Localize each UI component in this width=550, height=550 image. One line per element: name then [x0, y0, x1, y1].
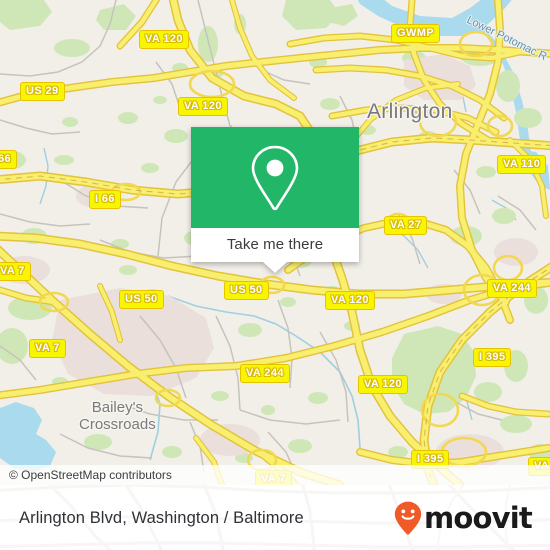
- footer-content: Arlington Blvd, Washington / Baltimore m…: [0, 485, 550, 550]
- road-shield-va-120-south[interactable]: VA 120: [325, 291, 375, 310]
- map-screenshot: Arlington Bailey's Crossroads Lower Poto…: [0, 0, 550, 550]
- road-shield-us-50-west[interactable]: US 50: [119, 290, 164, 309]
- road-shield-va-7-west[interactable]: VA 7: [29, 339, 66, 358]
- road-shield-i-395-north[interactable]: I 395: [473, 348, 512, 367]
- road-shield-us-29[interactable]: US 29: [20, 82, 65, 101]
- road-shield-va-7-northwest[interactable]: VA 7: [0, 262, 31, 281]
- callout-pointer-notch: [263, 262, 287, 273]
- destination-callout-card[interactable]: Take me there: [191, 127, 359, 273]
- road-shield-va-244[interactable]: VA 244: [240, 364, 290, 383]
- road-shield-va-244-east[interactable]: VA 244: [487, 279, 537, 298]
- road-shield-i-66-west-edge[interactable]: 66: [0, 150, 18, 169]
- openstreetmap-attribution-text[interactable]: © OpenStreetMap contributors: [0, 468, 172, 482]
- footer-bar: Arlington Blvd, Washington / Baltimore m…: [0, 485, 550, 550]
- road-shield-va-120-mid[interactable]: VA 120: [178, 97, 228, 116]
- map-attribution-bar: © OpenStreetMap contributors: [0, 465, 550, 485]
- road-shield-va-27[interactable]: VA 27: [384, 216, 428, 235]
- road-shield-va-120-southeast[interactable]: VA 120: [358, 375, 408, 394]
- moovit-brand-logo[interactable]: moovit: [393, 500, 533, 536]
- road-shield-gwmp[interactable]: GWMP: [391, 24, 441, 43]
- moovit-smiling-pin-icon: [394, 501, 422, 535]
- road-shield-us-50-east[interactable]: US 50: [224, 281, 269, 300]
- take-me-there-label: Take me there: [226, 236, 324, 253]
- map-pin-icon: [251, 145, 299, 210]
- location-title: Arlington Blvd, Washington / Baltimore: [19, 508, 304, 527]
- callout-action-panel[interactable]: Take me there: [191, 228, 359, 273]
- callout-icon-panel: [191, 127, 359, 228]
- moovit-wordmark: moovit: [424, 500, 533, 535]
- road-shield-i-66[interactable]: I 66: [89, 190, 121, 209]
- road-shield-va-120-north[interactable]: VA 120: [139, 30, 189, 49]
- road-shield-va-110[interactable]: VA 110: [497, 155, 547, 174]
- map-canvas[interactable]: Arlington Bailey's Crossroads Lower Poto…: [0, 0, 550, 485]
